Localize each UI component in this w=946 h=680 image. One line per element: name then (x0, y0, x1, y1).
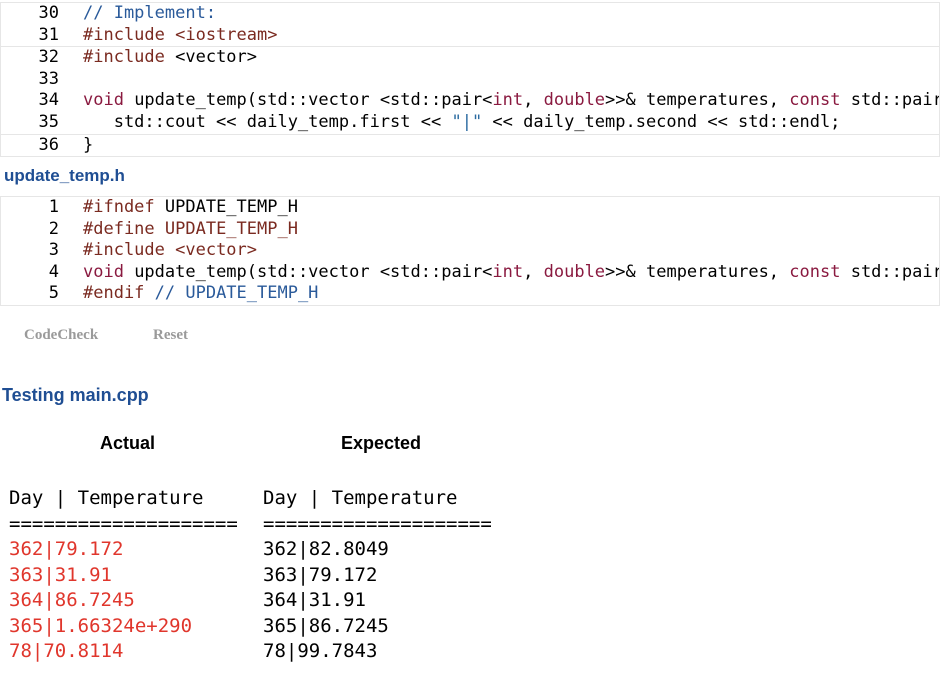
code-token: int (492, 261, 524, 282)
code-token: <iostream> (175, 24, 278, 45)
code-text: #include <vector> (83, 47, 257, 69)
code-token: const (789, 90, 841, 111)
code-token: void (83, 261, 124, 282)
code-token: double (543, 90, 606, 111)
code-line: 32 #include <vector> (1, 46, 939, 69)
codecheck-button[interactable]: CodeCheck (24, 327, 98, 344)
testing-title: Testing main.cpp (2, 385, 149, 405)
code-line: 33 (1, 69, 939, 91)
code-line: 35 std::cout << daily_temp.first << "|" … (1, 112, 939, 134)
code-line: 30 // Implement: (1, 3, 939, 25)
code-line: 1 #ifndef UPDATE_TEMP_H (1, 197, 939, 219)
code-editor-header: 1 #ifndef UPDATE_TEMP_H 2 #define UPDATE_TE… (0, 196, 940, 306)
expected-output-line: 362|82.8049 (263, 538, 389, 560)
expected-output-line: 78|99.7843 (263, 640, 378, 662)
code-token: // Implement: (83, 3, 217, 23)
expected-header: Expected (341, 433, 422, 453)
code-line: 5 #endif // UPDATE_TEMP_H (1, 283, 939, 305)
expected-output-line: 364|31.91 (263, 589, 366, 611)
line-number: 32 (38, 47, 59, 68)
code-token: #include (83, 240, 176, 261)
code-text: #define UPDATE_TEMP_H (83, 219, 298, 241)
code-token: , (523, 261, 544, 282)
code-text: #endif // UPDATE_TEMP_H (83, 283, 318, 305)
actual-header: Actual (100, 433, 156, 453)
code-token: std::pair<int, double>& daily_temp) { (850, 90, 939, 111)
code-text: #include <vector> (83, 240, 257, 262)
code-token: update_temp(std::vector <std::pair< (123, 261, 493, 282)
actual-output-line: 78|70.8114 (9, 640, 124, 662)
actual-output-line: 362|79.172 (9, 538, 124, 560)
expected-output-line: ==================== (263, 512, 492, 535)
code-token: void (83, 90, 124, 111)
actual-output-line: 365|1.66324e+290 (9, 614, 193, 637)
line-number: 36 (38, 134, 59, 155)
code-token: std::cout << daily_temp.first << (83, 111, 452, 132)
code-token: #include (83, 47, 176, 68)
file-title: update_temp.h (4, 166, 125, 185)
code-token: >>& temperatures, (605, 90, 790, 111)
code-token: #endif (83, 283, 155, 304)
code-line: 2 #define UPDATE_TEMP_H (1, 219, 939, 241)
code-token: const (789, 261, 841, 282)
expected-output: Day | Temperature ==================== 362… (263, 486, 492, 665)
code-token: <vector> (175, 240, 258, 261)
code-token: UPDATE_TEMP_H (164, 218, 298, 239)
code-line: 4 void update_temp(std::vector <std::pair… (1, 262, 939, 284)
line-number: 34 (38, 90, 59, 111)
line-number: 5 (48, 283, 59, 304)
code-token: #define (83, 218, 165, 239)
actual-output-line: Day | Temperature (9, 487, 204, 509)
expected-output-line: Day | Temperature (263, 487, 458, 509)
code-token: #ifndef (83, 197, 165, 217)
actual-output-line: 364|86.7245 (9, 589, 135, 611)
line-number: 1 (48, 197, 59, 217)
line-number: 31 (38, 24, 59, 45)
code-text: void update_temp(std::vector <std::pair<… (83, 262, 939, 284)
code-token: , (523, 90, 544, 111)
code-token: UPDATE_TEMP_H (164, 197, 298, 217)
code-text: void update_temp(std::vector <std::pair<… (83, 90, 939, 112)
code-line: 31 #include <iostream> (1, 25, 939, 47)
line-number: 4 (48, 261, 59, 282)
line-number: 3 (48, 240, 59, 261)
code-token: } (83, 134, 94, 155)
code-token: std::pair<int, double>& daily_temp); (850, 261, 939, 282)
code-token: double (543, 261, 606, 282)
code-line: 3 #include <vector> (1, 240, 939, 262)
code-text: // Implement: (83, 3, 216, 25)
code-token: <vector> (175, 47, 258, 68)
code-line: 36} (1, 133, 939, 157)
code-editor-main[interactable]: 30 // Implement: 31 #include <iostream> 32 #i… (0, 2, 940, 158)
actual-output: Day | Temperature ==================== 362… (9, 486, 238, 665)
code-line: 34 void update_temp(std::vector <std::pai… (1, 90, 939, 112)
expected-output-line: 365|86.7245 (263, 614, 389, 637)
code-token: int (492, 90, 524, 111)
code-token: >>& temperatures, (605, 261, 790, 282)
actual-output-line: 363|31.91 (9, 563, 112, 586)
code-token: // UPDATE_TEMP_H (154, 283, 319, 304)
code-token: << daily_temp.second << std::endl; (482, 111, 841, 132)
code-text: std::cout << daily_temp.first << "|" << … (83, 111, 841, 134)
actual-output-line: ==================== (9, 512, 238, 535)
line-number: 2 (48, 218, 59, 239)
line-number: 35 (38, 111, 59, 132)
code-text: } (83, 135, 93, 157)
reset-button[interactable]: Reset (153, 327, 188, 344)
code-token: update_temp(std::vector <std::pair< (123, 90, 493, 111)
code-token: #include (83, 24, 176, 45)
code-token: "|" (451, 111, 483, 132)
expected-output-line: 363|79.172 (263, 563, 378, 586)
code-text: #include <iostream> (83, 25, 277, 47)
line-number: 33 (38, 68, 59, 89)
line-number: 30 (38, 3, 59, 23)
code-text: #ifndef UPDATE_TEMP_H (83, 197, 298, 219)
